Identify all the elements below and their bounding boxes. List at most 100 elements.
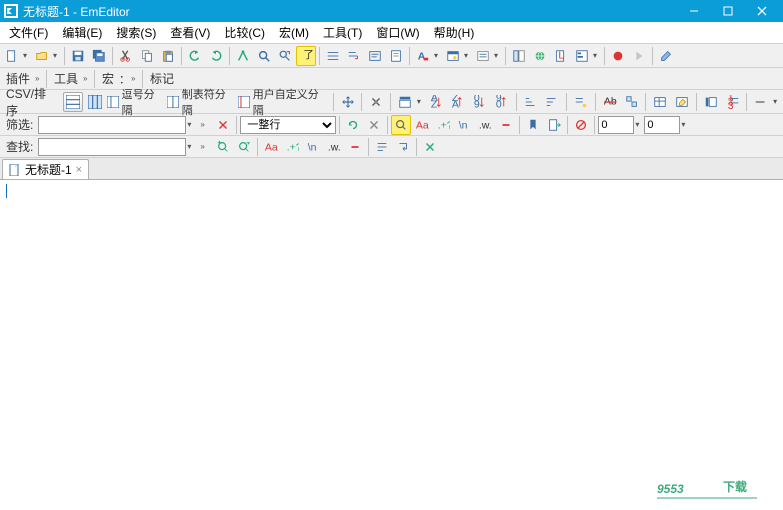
redo-button[interactable] <box>206 46 226 66</box>
menu-search[interactable]: 搜索(S) <box>109 22 163 43</box>
filter-history-dropdown[interactable]: ▾ <box>187 120 195 129</box>
plugins-dropdown[interactable]: » <box>35 74 43 83</box>
menu-file[interactable]: 文件(F) <box>2 22 55 43</box>
new-dropdown[interactable]: ▾ <box>23 51 31 60</box>
wordwrap-char-button[interactable] <box>344 46 364 66</box>
menu-edit[interactable]: 编辑(E) <box>55 22 109 43</box>
editor-area[interactable] <box>0 180 783 510</box>
filter-input[interactable] <box>38 116 186 134</box>
menu-help[interactable]: 帮助(H) <box>427 22 482 43</box>
tab-close-button[interactable]: × <box>76 164 82 176</box>
filter-incremental-button[interactable] <box>391 115 411 135</box>
marks-label[interactable]: 标记 <box>146 70 178 87</box>
find-case-button[interactable]: Aa <box>261 137 281 157</box>
menu-view[interactable]: 查看(V) <box>163 22 217 43</box>
delete-dup-button[interactable]: Abc <box>600 92 620 112</box>
find-button[interactable] <box>254 46 274 66</box>
filter-lines-above-input[interactable] <box>598 116 634 134</box>
filter-clear-button[interactable] <box>213 115 233 135</box>
cut-button[interactable] <box>116 46 136 66</box>
minimap-dropdown[interactable]: ▾ <box>593 51 601 60</box>
filter-negative-button[interactable] <box>496 115 516 135</box>
open-dropdown[interactable]: ▾ <box>53 51 61 60</box>
large-file-button[interactable]: L <box>551 46 571 66</box>
menu-window[interactable]: 窗口(W) <box>369 22 426 43</box>
settings-icon[interactable] <box>366 92 386 112</box>
filter-extract-button[interactable] <box>544 115 564 135</box>
find-wrap-button[interactable] <box>393 137 413 157</box>
tab-sep-button[interactable]: 制表符分隔 <box>167 86 236 118</box>
line-number-button[interactable]: 123 <box>723 92 743 112</box>
filter-word-button[interactable]: .w. <box>475 115 495 135</box>
csv-mode-button[interactable] <box>85 92 105 112</box>
move-column-button[interactable] <box>338 92 358 112</box>
find-next-button[interactable] <box>234 137 254 157</box>
paste-button[interactable] <box>158 46 178 66</box>
macro-play-button[interactable] <box>629 46 649 66</box>
menu-compare[interactable]: 比较(C) <box>217 22 272 43</box>
jump-button[interactable] <box>233 46 253 66</box>
config-button[interactable] <box>473 46 493 66</box>
outline-button[interactable] <box>509 46 529 66</box>
document-tab[interactable]: 无标题-1 × <box>2 159 89 179</box>
highlight-button[interactable]: 了 <box>296 46 316 66</box>
properties-button[interactable] <box>443 46 463 66</box>
minimap-button[interactable] <box>572 46 592 66</box>
find-advanced-button[interactable]: » <box>200 142 208 151</box>
find-close-button[interactable] <box>420 137 440 157</box>
row-header-button[interactable] <box>701 92 721 112</box>
user-sep-button[interactable]: 用户自定义分隔 <box>238 86 329 118</box>
macro-record-button[interactable] <box>608 46 628 66</box>
filter-refresh-button[interactable] <box>343 115 363 135</box>
comma-sep-button[interactable]: 逗号分隔 <box>107 86 165 118</box>
sort-num-desc-button[interactable]: 90 <box>492 92 512 112</box>
config-dropdown[interactable]: ▾ <box>494 51 502 60</box>
find-escape-button[interactable]: \n <box>303 137 323 157</box>
filter-block-button[interactable] <box>571 115 591 135</box>
sort-len-desc-button[interactable] <box>543 92 563 112</box>
filter-regex-button[interactable]: .+? <box>433 115 453 135</box>
menu-macro[interactable]: 宏(M) <box>272 22 316 43</box>
filter-case-button[interactable]: Aa <box>412 115 432 135</box>
sort-az-desc-button[interactable]: ZA <box>449 92 469 112</box>
toolbar-more-button[interactable] <box>751 92 771 112</box>
close-button[interactable] <box>745 0 779 22</box>
new-file-button[interactable] <box>2 46 22 66</box>
copy-button[interactable] <box>137 46 157 66</box>
heading-button[interactable] <box>395 92 415 112</box>
properties-dropdown[interactable]: ▾ <box>464 51 472 60</box>
filter-lines-below-input[interactable] <box>644 116 680 134</box>
wordwrap-page-button[interactable] <box>386 46 406 66</box>
edit-cell-button[interactable] <box>672 92 692 112</box>
macros-label[interactable]: 宏 <box>98 70 118 87</box>
sort-options-button[interactable] <box>571 92 591 112</box>
wordwrap-none-button[interactable] <box>323 46 343 66</box>
bookmark-dup-button[interactable] <box>622 92 642 112</box>
find-input[interactable] <box>38 138 186 156</box>
filter-abort-button[interactable] <box>364 115 384 135</box>
undo-button[interactable] <box>185 46 205 66</box>
filter-column-select[interactable]: 一整行 <box>240 116 336 134</box>
macros-dropdown[interactable]: » <box>131 74 139 83</box>
font-dropdown[interactable]: ▾ <box>434 51 442 60</box>
convert-table-button[interactable] <box>650 92 670 112</box>
sort-az-asc-button[interactable]: AZ <box>427 92 447 112</box>
filter-escape-button[interactable]: \n <box>454 115 474 135</box>
open-file-button[interactable] <box>32 46 52 66</box>
find-regex-button[interactable]: .+? <box>282 137 302 157</box>
maximize-button[interactable] <box>711 0 745 22</box>
find-history-dropdown[interactable]: ▾ <box>187 142 195 151</box>
webpreview-button[interactable] <box>530 46 550 66</box>
save-all-button[interactable] <box>89 46 109 66</box>
find-prev-button[interactable] <box>213 137 233 157</box>
tools-dropdown-2[interactable]: » <box>83 74 91 83</box>
normal-mode-button[interactable] <box>63 92 83 112</box>
wordwrap-window-button[interactable] <box>365 46 385 66</box>
minimize-button[interactable] <box>677 0 711 22</box>
save-button[interactable] <box>68 46 88 66</box>
tools-button[interactable] <box>656 46 676 66</box>
menu-tools[interactable]: 工具(T) <box>316 22 369 43</box>
filter-advanced-button[interactable]: » <box>200 120 208 129</box>
filter-bookmark-button[interactable] <box>523 115 543 135</box>
find-word-button[interactable]: .w. <box>324 137 344 157</box>
